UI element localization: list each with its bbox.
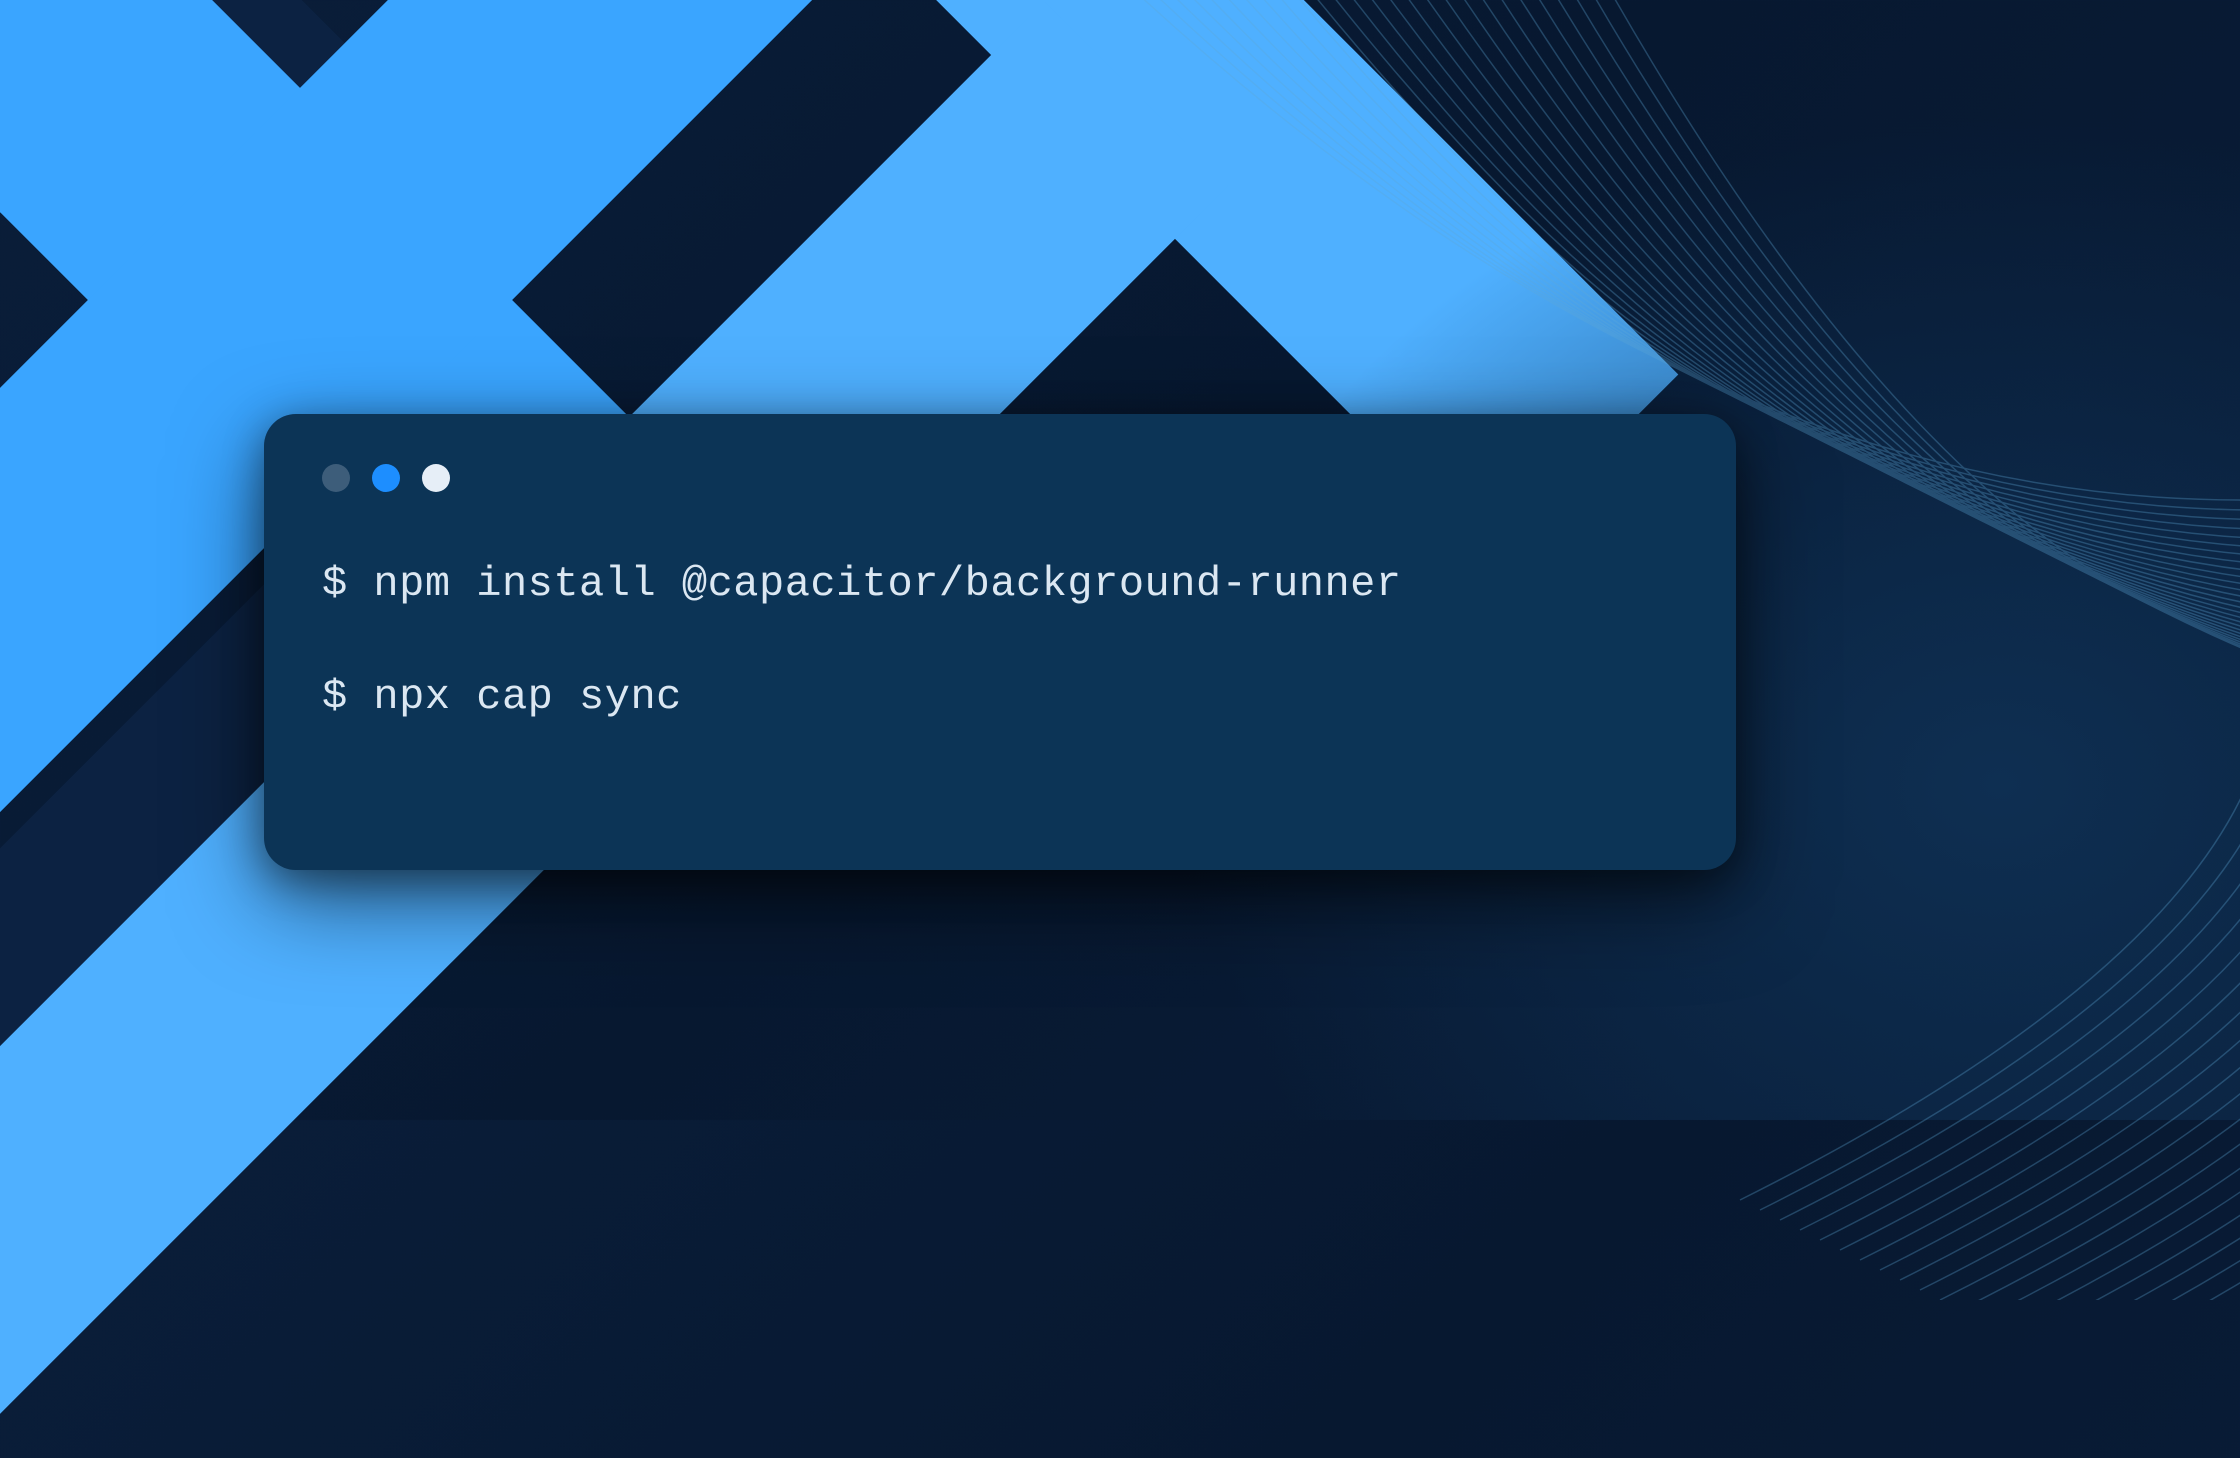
command-line: $ npx cap sync <box>322 667 1678 728</box>
terminal-window: $ npm install @capacitor/background-runn… <box>264 414 1736 870</box>
command-text: npm install @capacitor/background-runner <box>373 554 1401 615</box>
shell-prompt: $ <box>322 554 373 615</box>
command-text: npx cap sync <box>373 667 681 728</box>
shell-prompt: $ <box>322 667 373 728</box>
terminal-body: $ npm install @capacitor/background-runn… <box>322 554 1678 728</box>
window-dot-close[interactable] <box>322 464 350 492</box>
window-dot-minimize[interactable] <box>372 464 400 492</box>
terminal-titlebar <box>322 464 1678 492</box>
command-line: $ npm install @capacitor/background-runn… <box>322 554 1678 615</box>
window-dot-maximize[interactable] <box>422 464 450 492</box>
